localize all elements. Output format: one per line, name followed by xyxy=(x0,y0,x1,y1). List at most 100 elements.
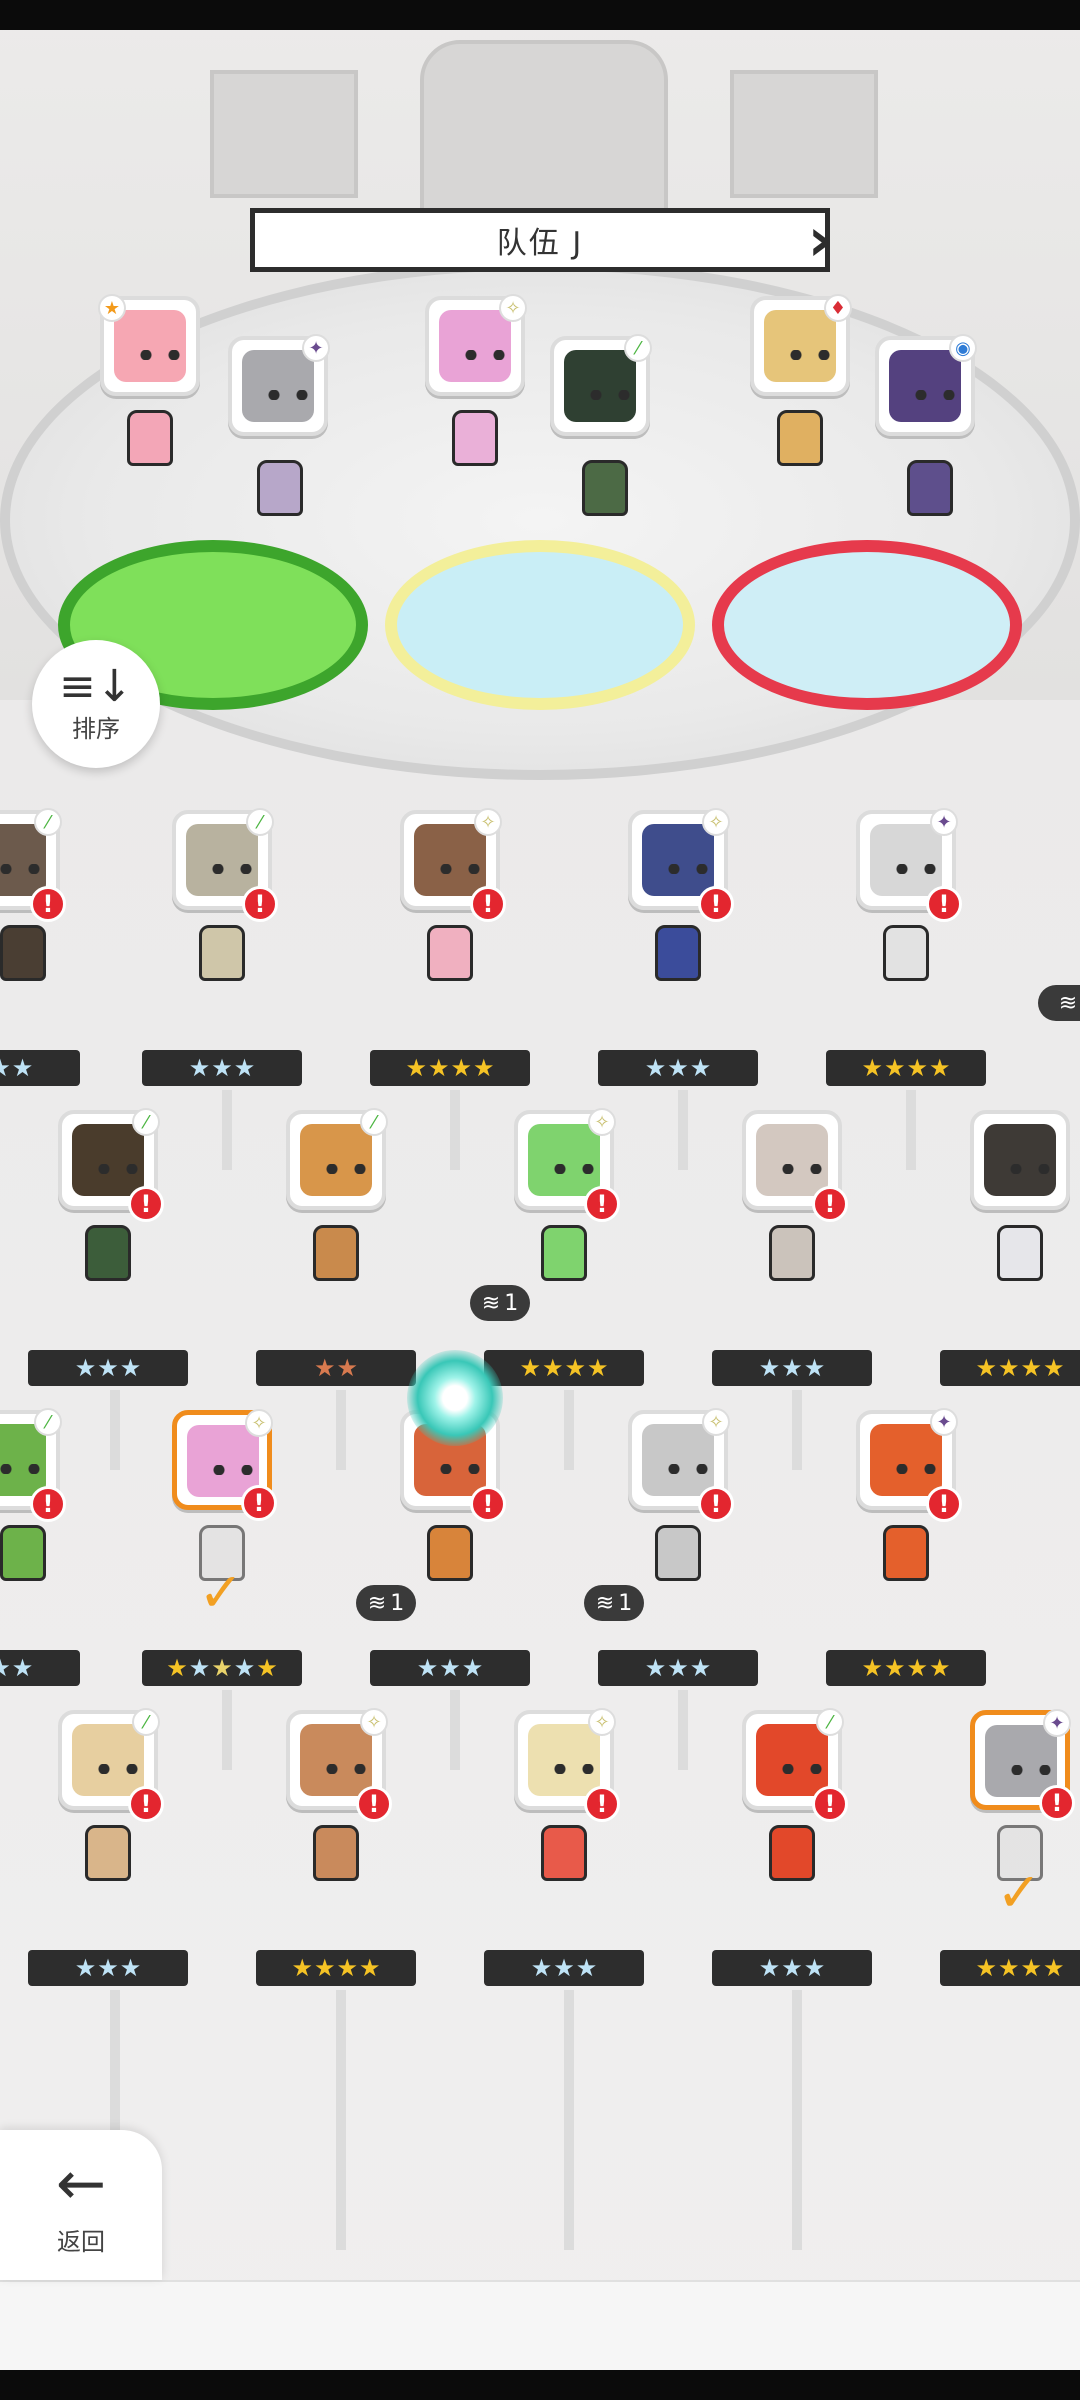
team-portrait[interactable]: ★ xyxy=(98,294,200,396)
roster-portrait[interactable]: ✧ ! xyxy=(628,808,734,922)
alert-badge: ! xyxy=(128,1786,164,1822)
character-face xyxy=(764,310,836,382)
roster-portrait-selected[interactable]: ✧ ! xyxy=(172,1409,277,1521)
team-portrait[interactable]: ♦ xyxy=(750,294,852,396)
star-rating: ★★★ xyxy=(484,1950,644,1986)
back-button[interactable]: ← 返回 xyxy=(0,2130,162,2280)
wind-element-icon: ⁄ xyxy=(132,1708,160,1736)
character-face xyxy=(300,1124,372,1196)
floor-line xyxy=(450,1690,460,1770)
light-element-icon: ✧ xyxy=(474,808,502,836)
roster-portrait[interactable]: ⁄ ! xyxy=(742,1708,848,1822)
character-face xyxy=(564,350,636,422)
team-portrait[interactable]: ⁄ xyxy=(550,334,652,436)
roster-portrait[interactable]: ⁄ xyxy=(286,1108,388,1210)
floor-line xyxy=(450,1090,460,1170)
roster-portrait[interactable]: ⁄ ! xyxy=(172,808,278,922)
next-team-arrow[interactable]: › xyxy=(800,205,840,275)
star-rating: ★★★ xyxy=(142,1050,302,1086)
roster-portrait[interactable]: ✧ ! xyxy=(286,1708,392,1822)
light-element-icon: ✧ xyxy=(499,294,527,322)
star-rating: ★ ★ ★ ★ ★ xyxy=(142,1650,302,1686)
wind-element-icon: ⁄ xyxy=(132,1108,160,1136)
wind-element-icon: ⁄ xyxy=(624,334,652,362)
sort-button[interactable]: ≡↓ 排序 xyxy=(32,640,160,768)
team-sprite xyxy=(257,460,303,516)
character-face xyxy=(528,1724,600,1796)
roster-portrait[interactable]: ✧ ! xyxy=(514,1708,620,1822)
navigation-bar xyxy=(0,2370,1080,2400)
roster-sprite xyxy=(427,1525,473,1581)
roster-portrait[interactable]: ! xyxy=(742,1110,848,1222)
duplicate-count: 1 xyxy=(618,1590,633,1616)
star-element-icon: ★ xyxy=(98,294,126,322)
roster-portrait-selected[interactable]: ✦ ! xyxy=(970,1709,1075,1821)
roster-portrait[interactable]: ⁄ ! xyxy=(0,808,66,922)
star-rating: ★ ★ xyxy=(256,1350,416,1386)
character-face xyxy=(528,1124,600,1196)
team-portrait[interactable]: ✦ xyxy=(228,334,330,436)
roster-sprite xyxy=(655,1525,701,1581)
roster-sprite xyxy=(85,1225,131,1281)
roster-sprite xyxy=(313,1225,359,1281)
star-rating: ★ ★ ★ ★ xyxy=(940,1950,1080,1986)
back-label: 返回 xyxy=(57,2227,105,2256)
floor-line xyxy=(678,1090,688,1170)
roster-portrait[interactable]: ✦ ! xyxy=(856,1408,962,1522)
light-element-icon: ✧ xyxy=(702,1408,730,1436)
duplicate-count-badge: ≋ 1 xyxy=(470,1285,530,1321)
roster-portrait[interactable]: ⁄ ! xyxy=(58,1708,164,1822)
character-face xyxy=(870,1424,942,1496)
star-rating: ★ ★ ★ ★ xyxy=(826,1050,986,1086)
roster-sprite xyxy=(0,925,46,981)
roster-portrait[interactable]: ⁄ ! xyxy=(0,1408,66,1522)
light-element-icon: ✧ xyxy=(588,1108,616,1136)
character-face xyxy=(187,1425,259,1497)
arena-gate xyxy=(420,40,668,218)
roster-portrait[interactable]: ⁄ ! xyxy=(58,1108,164,1222)
star-rating: ★★★ xyxy=(370,1650,530,1686)
roster-sprite xyxy=(883,925,929,981)
star-rating: ★★★ xyxy=(598,1050,758,1086)
alert-badge: ! xyxy=(812,1786,848,1822)
team-portrait[interactable]: ◉ xyxy=(875,334,977,436)
dark-element-icon: ✦ xyxy=(1043,1709,1071,1737)
alert-badge: ! xyxy=(584,1786,620,1822)
team-portrait[interactable]: ✧ xyxy=(425,294,527,396)
character-face xyxy=(414,824,486,896)
team-block xyxy=(405,470,545,580)
roster-sprite xyxy=(199,925,245,981)
roster-sprite xyxy=(883,1525,929,1581)
alert-badge: ! xyxy=(812,1186,848,1222)
star-rating: ★ ★ ★ ★ xyxy=(484,1350,644,1386)
roster-portrait[interactable]: ✦ ! xyxy=(856,808,962,922)
sort-icon: ≡↓ xyxy=(59,660,133,712)
team-sprite xyxy=(452,410,498,466)
roster-sprite xyxy=(541,1825,587,1881)
roster-sprite xyxy=(313,1825,359,1881)
alert-badge: ! xyxy=(241,1485,277,1521)
character-face xyxy=(984,1124,1056,1196)
floor-line xyxy=(564,1990,574,2250)
roster-portrait[interactable]: ✧ ! xyxy=(400,808,506,922)
character-face xyxy=(242,350,314,422)
character-face xyxy=(0,1424,46,1496)
alert-badge: ! xyxy=(584,1186,620,1222)
roster-sprite xyxy=(655,925,701,981)
character-face xyxy=(439,310,511,382)
character-face xyxy=(72,1724,144,1796)
floor-line xyxy=(906,1090,916,1170)
roster-portrait[interactable]: ✧ ! xyxy=(628,1408,734,1522)
roster-sprite xyxy=(769,1225,815,1281)
alert-badge: ! xyxy=(30,886,66,922)
character-face xyxy=(756,1724,828,1796)
dark-element-icon: ✦ xyxy=(930,808,958,836)
alert-badge: ! xyxy=(698,886,734,922)
bottom-strip xyxy=(0,2280,1080,2372)
roster-portrait[interactable] xyxy=(970,1110,1070,1210)
alert-badge: ! xyxy=(242,886,278,922)
character-face xyxy=(0,824,46,896)
duplicate-count: 1 xyxy=(504,1290,519,1316)
character-face xyxy=(870,824,942,896)
roster-portrait[interactable]: ✧ ! xyxy=(514,1108,620,1222)
